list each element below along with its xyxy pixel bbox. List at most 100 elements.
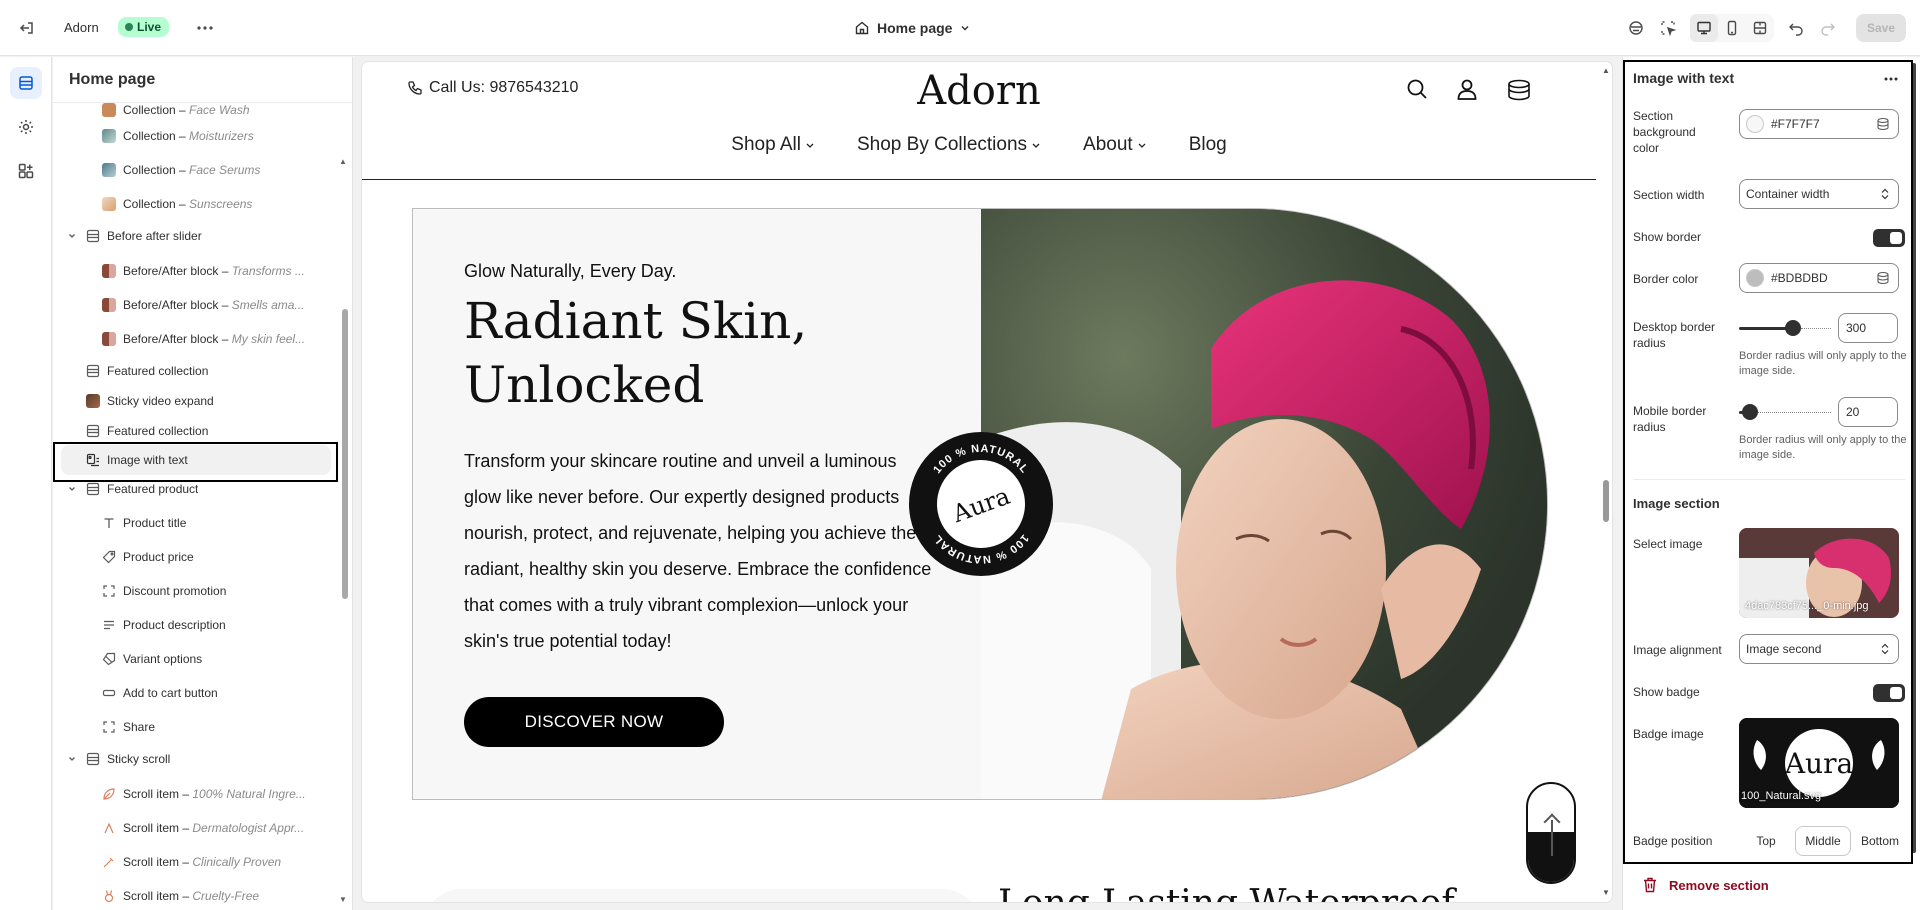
badge-position-bottom[interactable]: Bottom [1853,826,1907,856]
show-badge-toggle[interactable] [1873,684,1905,702]
image-with-text-section[interactable]: Glow Naturally, Every Day. Radiant Skin,… [412,208,1548,800]
tree-block-scroll-item[interactable]: Scroll item – Cruelty-Free [101,883,259,909]
desktop-view-icon[interactable] [1689,14,1718,42]
tree-section-featured-collection[interactable]: Featured collection [85,418,208,444]
nav-blog[interactable]: Blog [1189,134,1227,156]
undo-icon[interactable] [1782,14,1810,42]
preview-scrollbar-thumb[interactable] [1603,480,1609,522]
back-to-top-button[interactable] [1526,782,1576,884]
viewport-switcher [1689,14,1774,42]
chevron-down-icon[interactable] [65,231,79,241]
desktop-radius-input[interactable]: 300 [1838,313,1898,343]
preview-scrollbar[interactable]: ▲ ▼ [1600,62,1612,902]
slider-knob[interactable] [1785,320,1801,336]
mobile-radius-slider[interactable] [1739,404,1831,420]
badge-position-top[interactable]: Top [1739,826,1793,856]
tree-block-before-after[interactable]: Before/After block – Transforms ... [101,258,305,284]
color-scheme-stack-icon[interactable] [1876,117,1890,131]
tree-block-discount-promotion[interactable]: Discount promotion [101,578,226,604]
exit-icon[interactable] [14,15,40,41]
badge-image-thumbnail[interactable]: Aura 100_Natural.svg [1739,718,1899,808]
woman-towel-photo [981,209,1547,799]
tree-block-before-after[interactable]: Before/After block – Smells ama... [101,292,304,318]
tree-section-featured-product[interactable]: Featured product [65,476,198,502]
theme-inspector-icon[interactable] [1622,14,1650,42]
tree-block-product-description[interactable]: Product description [101,612,226,638]
tree-section-sticky-video-expand[interactable]: Sticky video expand [85,388,214,414]
sidebar-scrollbar-thumb[interactable] [342,309,348,599]
tree-row-label: Featured collection [107,424,209,438]
nav-about[interactable]: About [1083,134,1147,156]
settings-scrollbar[interactable] [1912,63,1918,853]
more-actions-icon[interactable] [192,15,218,41]
border-color-picker[interactable]: #BDBDBD [1739,263,1899,293]
save-button[interactable]: Save [1855,14,1906,42]
tree-block-product-title[interactable]: Product title [101,510,186,536]
account-icon[interactable] [1456,78,1478,100]
next-section-peek: Long-Lasting Waterproof [362,877,1596,902]
redo-icon[interactable] [1814,14,1842,42]
app-embeds-icon[interactable] [10,155,42,187]
badge-position-middle[interactable]: Middle [1795,826,1851,856]
search-icon[interactable] [1406,78,1428,100]
section-width-select[interactable]: Container width [1739,179,1899,209]
color-swatch[interactable] [1746,269,1764,287]
nav-shop-by-collections[interactable]: Shop By Collections [857,134,1041,156]
tree-section-image-with-text[interactable]: Image with text [61,445,331,475]
tree-block-add-to-cart[interactable]: Add to cart button [101,680,218,706]
desktop-radius-slider[interactable] [1739,320,1831,336]
slider-knob[interactable] [1742,404,1758,420]
collection-thumbnail [101,196,117,212]
scroll-up-arrow-icon[interactable]: ▲ [1602,66,1610,75]
mobile-view-icon[interactable] [1718,14,1746,42]
page-selector[interactable]: Home page [854,15,971,41]
settings-scrollbar-thumb[interactable] [1912,63,1916,853]
tree-block-variant-options[interactable]: Variant options [101,646,202,672]
color-swatch[interactable] [1746,115,1764,133]
chevron-down-icon[interactable] [65,754,79,764]
video-thumbnail [85,393,101,409]
show-border-toggle[interactable] [1873,229,1905,247]
chevron-down-icon[interactable] [65,484,79,494]
tree-block-collection[interactable]: Collection – Sunscreens [101,191,252,217]
tree-block-before-after[interactable]: Before/After block – My skin feel... [101,326,305,352]
remove-section-button[interactable]: Remove section [1643,877,1769,893]
tree-block-scroll-item[interactable]: Scroll item – 100% Natural Ingre... [101,781,306,807]
tree-section-before-after-slider[interactable]: Before after slider [65,223,202,249]
selected-image-thumbnail[interactable]: 4dac783cf75..._0-min.jpg [1739,528,1899,618]
bg-color-picker[interactable]: #F7F7F7 [1739,109,1899,139]
scroll-up-arrow-icon[interactable]: ▲ [339,157,347,166]
image-alignment-select[interactable]: Image second [1739,634,1899,664]
live-dot-icon [125,23,133,31]
collection-thumbnail [101,128,117,144]
cart-icon[interactable] [1506,78,1532,102]
chevron-down-icon [1138,143,1146,148]
tree-block-share[interactable]: Share [101,714,155,740]
before-after-thumbnail [101,263,117,279]
site-nav: Shop All Shop By Collections About Blog [362,134,1596,156]
tree-block-scroll-item[interactable]: Scroll item – Clinically Proven [101,849,281,875]
color-scheme-stack-icon[interactable] [1876,271,1890,285]
nav-shop-all[interactable]: Shop All [731,134,815,156]
tree-section-sticky-scroll[interactable]: Sticky scroll [65,746,170,772]
mobile-radius-input[interactable]: 20 [1838,397,1898,427]
discover-now-button[interactable]: DISCOVER NOW [464,697,724,747]
tree-block-collection[interactable]: Collection – Face Serums [101,157,260,183]
tree-block-scroll-item[interactable]: Scroll item – Dermatologist Appr... [101,815,304,841]
storefront-preview[interactable]: Call Us: 9876543210 Adorn Shop All Shop … [362,62,1612,902]
scroll-down-arrow-icon[interactable]: ▼ [339,895,347,904]
tree-block-collection[interactable]: Collection – Moisturizers [101,123,254,149]
select-element-icon[interactable] [1654,14,1682,42]
more-actions-icon[interactable] [1879,67,1903,91]
sections-icon[interactable] [10,67,42,99]
tree-block-product-price[interactable]: Product price [101,544,194,570]
fullscreen-view-icon[interactable] [1746,14,1774,42]
scroll-down-arrow-icon[interactable]: ▼ [1602,888,1610,897]
status-badge-label: Live [137,20,162,34]
theme-settings-gear-icon[interactable] [10,111,42,143]
tree-section-featured-collection[interactable]: Featured collection [85,358,208,384]
tree-block-collection[interactable]: Collection – Face Wash [101,103,250,123]
slider-track [1801,328,1831,329]
app-block-icon [101,719,117,735]
show-badge-label: Show badge [1633,685,1700,699]
